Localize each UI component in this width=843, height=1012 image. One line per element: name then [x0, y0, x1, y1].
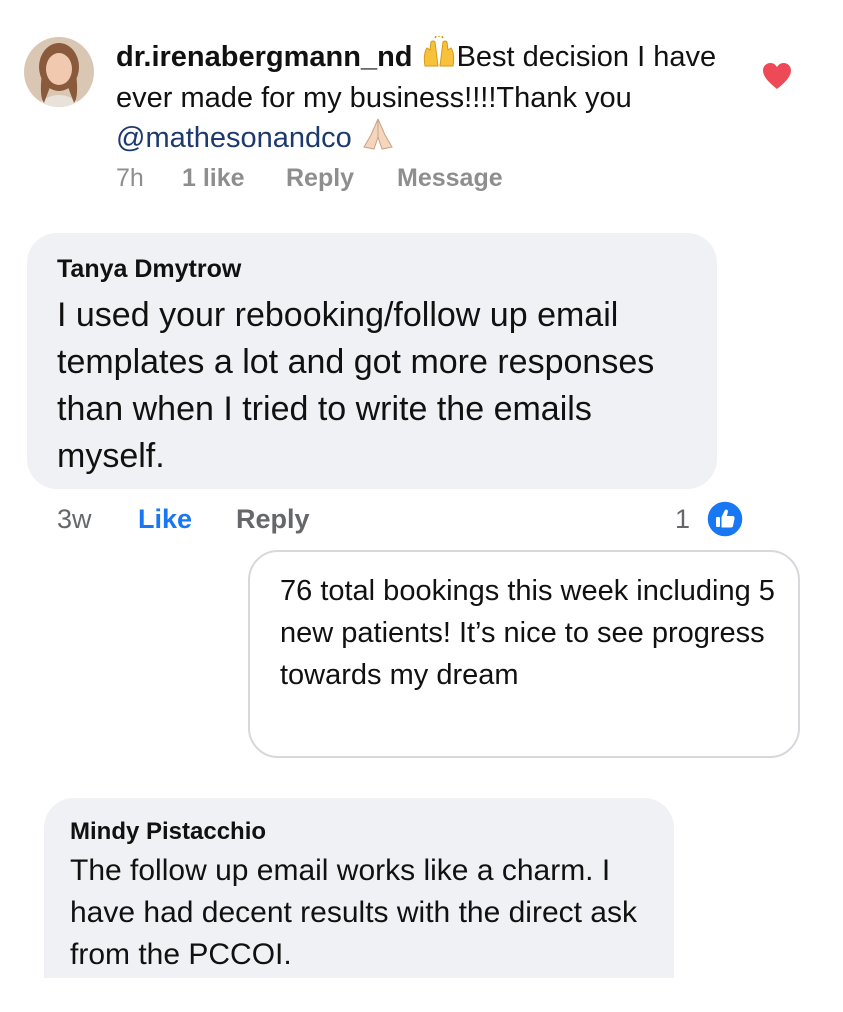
comment-author[interactable]: Mindy Pistacchio: [70, 818, 266, 846]
raising-hands-icon: [421, 35, 457, 80]
reply-button[interactable]: Reply: [236, 504, 310, 534]
reply-text: 76 total bookings this week including 5 …: [280, 575, 775, 691]
like-button[interactable]: Like: [138, 504, 236, 535]
avatar[interactable]: [24, 37, 94, 107]
comment-time: 3w: [57, 504, 92, 534]
comment-body: I used your rebooking/follow up email te…: [57, 296, 655, 475]
comment-time: 7h: [116, 164, 144, 192]
comment-body: The follow up email works like a charm. …: [70, 854, 637, 971]
reply-button[interactable]: Reply: [286, 164, 397, 193]
comment-actions: 3w Like Reply: [57, 504, 310, 535]
comment-author[interactable]: Tanya Dmytrow: [57, 255, 241, 284]
reaction-count[interactable]: 1: [675, 504, 690, 535]
comment-text: dr.irenabergmann_nd Best decision I have…: [116, 35, 736, 161]
thumbs-up-icon[interactable]: [706, 500, 744, 538]
like-count-link[interactable]: 1 like: [182, 164, 286, 193]
message-button[interactable]: Message: [397, 164, 503, 193]
comment-meta: 7h 1 like Reply Message: [116, 164, 503, 193]
folded-hands-icon: [360, 117, 396, 161]
comment-username[interactable]: dr.irenabergmann_nd: [116, 41, 413, 73]
heart-icon[interactable]: [762, 62, 792, 90]
mention-link[interactable]: @mathesonandco: [116, 122, 352, 154]
